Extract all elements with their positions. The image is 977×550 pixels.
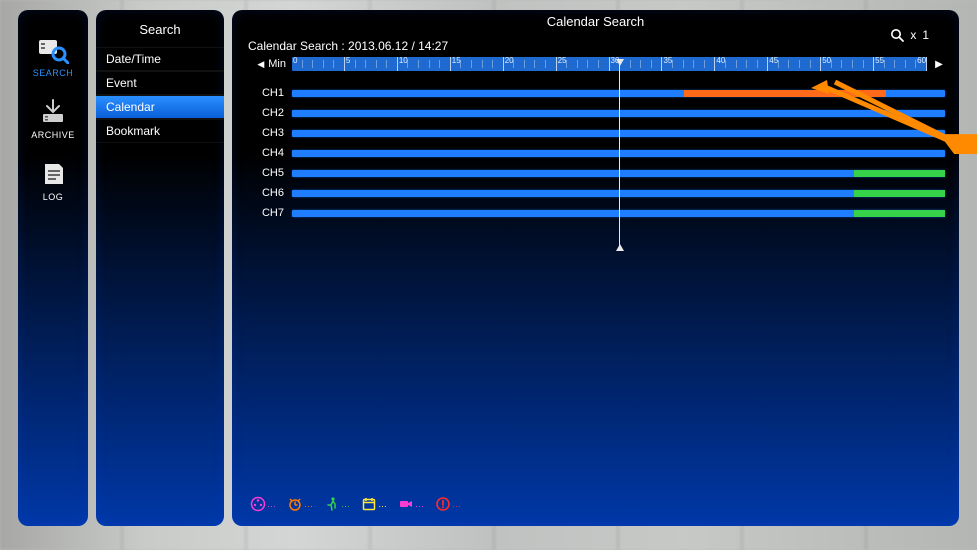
zoom-indicator[interactable]: x 1 [890, 28, 929, 42]
legend-schedule: … [361, 496, 386, 512]
alarm-icon [287, 496, 303, 512]
channel-label: CH6 [246, 187, 292, 199]
event-segment[interactable] [684, 90, 886, 97]
rail-item-archive[interactable]: ARCHIVE [31, 98, 75, 140]
archive-icon [37, 98, 69, 126]
search-menu-panel: Search Date/Time Event Calendar Bookmark [96, 10, 224, 526]
channel-label: CH2 [246, 107, 292, 119]
left-rail: SEARCH ARCHIVE LOG [18, 10, 88, 526]
ruler-prev-icon: ◀ [257, 59, 264, 70]
rail-item-label: LOG [43, 192, 64, 202]
camera-icon [398, 496, 414, 512]
channel-row: CH1 [246, 83, 945, 103]
channel-label: CH4 [246, 147, 292, 159]
playhead[interactable] [619, 61, 620, 249]
motion-icon [324, 496, 340, 512]
channel-row: CH2 [246, 103, 945, 123]
ruler-next-button[interactable]: ▶ [933, 59, 945, 70]
zoom-level: 1 [922, 28, 929, 42]
channel-timeline-area: CH1 CH2 CH3 CH4 CH5 CH6 CH7 [246, 83, 945, 223]
channel-row: CH3 [246, 123, 945, 143]
menu-list: Date/Time Event Calendar Bookmark [96, 47, 224, 143]
channel-row: CH7 [246, 203, 945, 223]
timeline-ruler[interactable]: 051015202530354045505560 [292, 57, 927, 71]
log-icon [37, 160, 69, 188]
rail-item-label: SEARCH [33, 68, 74, 78]
ruler-unit[interactable]: ◀ Min [246, 58, 286, 70]
legend-continuous: … [250, 496, 275, 512]
rail-item-log[interactable]: LOG [37, 160, 69, 202]
channel-row: CH4 [246, 143, 945, 163]
main-panel: Calendar Search x 1 Calendar Search : 20… [232, 10, 959, 526]
menu-item-calendar[interactable]: Calendar [96, 95, 224, 119]
panic-icon [435, 496, 451, 512]
reel-icon [250, 496, 266, 512]
event-segment[interactable] [854, 170, 945, 177]
legend-panic: … [435, 496, 460, 512]
channel-label: CH5 [246, 167, 292, 179]
legend-alarm: … [287, 496, 312, 512]
channel-label: CH1 [246, 87, 292, 99]
search-icon [37, 36, 69, 64]
menu-title: Search [96, 18, 224, 47]
timeline-ruler-row: ◀ Min 051015202530354045505560 ▶ [246, 57, 945, 71]
magnifier-icon [890, 28, 904, 42]
event-segment[interactable] [854, 190, 945, 197]
channel-row: CH6 [246, 183, 945, 203]
channel-label: CH7 [246, 207, 292, 219]
main-title: Calendar Search [246, 10, 945, 39]
channel-row: CH5 [246, 163, 945, 183]
timestamp: Calendar Search : 2013.06.12 / 14:27 [248, 39, 945, 53]
menu-item-event[interactable]: Event [96, 71, 224, 95]
rail-item-label: ARCHIVE [31, 130, 75, 140]
legend-audio: … [398, 496, 423, 512]
legend: … … … … … … [250, 496, 460, 512]
menu-item-datetime[interactable]: Date/Time [96, 47, 224, 71]
event-segment[interactable] [854, 210, 945, 217]
legend-motion: … [324, 496, 349, 512]
ruler-unit-label: Min [268, 58, 286, 70]
calendar-icon [361, 496, 377, 512]
zoom-x: x [910, 28, 916, 42]
menu-item-bookmark[interactable]: Bookmark [96, 119, 224, 143]
rail-item-search[interactable]: SEARCH [33, 36, 74, 78]
channel-label: CH3 [246, 127, 292, 139]
